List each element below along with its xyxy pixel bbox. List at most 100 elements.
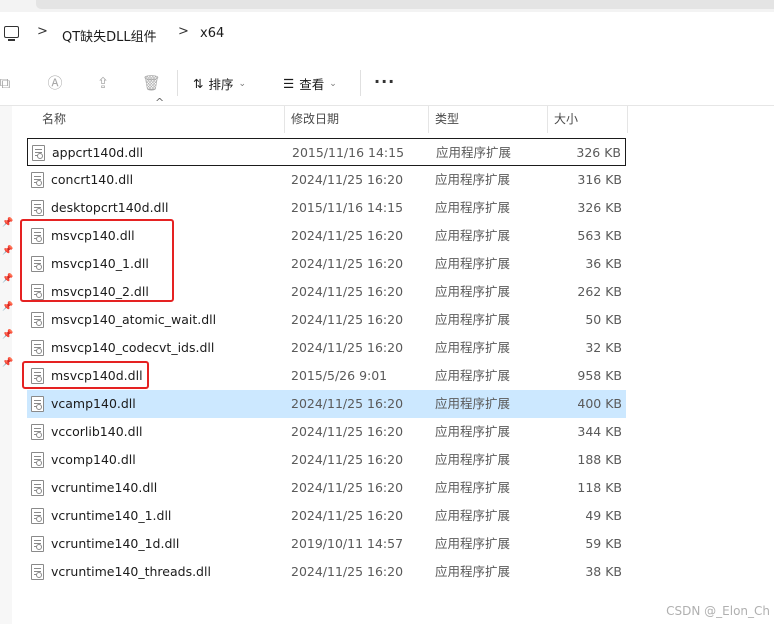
column-size[interactable]: 大小 <box>554 106 578 133</box>
dll-file-icon <box>31 480 44 496</box>
pin-icon: 📌 <box>2 274 14 284</box>
file-type: 应用程序扩展 <box>435 564 511 579</box>
sort-button[interactable]: ⇅ 排序 ⌄ <box>193 74 246 93</box>
breadcrumb-chevron-icon[interactable]: > <box>178 24 189 39</box>
file-row[interactable]: vcruntime140_1.dll 2024/11/25 16:20 应用程序扩展… <box>27 502 626 530</box>
breadcrumb-chevron-icon[interactable]: > <box>37 24 48 39</box>
dll-file-icon <box>31 452 44 468</box>
file-type: 应用程序扩展 <box>436 145 512 160</box>
file-name: vcruntime140_threads.dll <box>51 564 211 579</box>
dll-file-icon <box>31 396 44 412</box>
column-divider[interactable] <box>428 106 429 133</box>
file-modified-date: 2024/11/25 16:20 <box>291 312 404 327</box>
column-type[interactable]: 类型 <box>435 106 459 133</box>
rename-icon[interactable]: Ⓐ <box>46 74 64 92</box>
file-type: 应用程序扩展 <box>435 228 511 243</box>
file-type: 应用程序扩展 <box>435 172 511 187</box>
pin-icon: 📌 <box>2 302 14 312</box>
delete-icon[interactable]: 🗑 <box>142 74 161 92</box>
file-size: 326 KB <box>577 200 622 215</box>
file-modified-date: 2015/11/16 14:15 <box>292 145 405 160</box>
file-modified-date: 2024/11/25 16:20 <box>291 172 404 187</box>
file-type: 应用程序扩展 <box>435 368 511 383</box>
file-name: vccorlib140.dll <box>51 424 143 439</box>
column-name[interactable]: 名称 <box>42 106 66 133</box>
more-options-button[interactable]: ··· <box>374 72 395 91</box>
file-size: 59 KB <box>585 536 622 551</box>
file-type: 应用程序扩展 <box>435 200 511 215</box>
watermark: CSDN @_Elon_Ch <box>666 604 770 618</box>
file-row[interactable]: vcruntime140_1d.dll 2019/10/11 14:57 应用程序扩… <box>27 530 626 558</box>
pin-icon: 📌 <box>2 330 14 340</box>
file-row[interactable]: vcruntime140_threads.dll 2024/11/25 16:20… <box>27 558 626 586</box>
file-size: 118 KB <box>577 480 622 495</box>
breadcrumb-item-qt-folder[interactable]: QT缺失DLL组件 <box>62 26 157 45</box>
file-type: 应用程序扩展 <box>435 256 511 271</box>
column-divider[interactable] <box>284 106 285 133</box>
file-row[interactable]: concrt140.dll 2024/11/25 16:20 应用程序扩展 316 K… <box>27 166 626 194</box>
column-modified[interactable]: 修改日期 <box>291 106 339 133</box>
file-row[interactable]: vcomp140.dll 2024/11/25 16:20 应用程序扩展 188 KB <box>27 446 626 474</box>
file-name: vcomp140.dll <box>51 452 136 467</box>
file-modified-date: 2024/11/25 16:20 <box>291 256 404 271</box>
file-type: 应用程序扩展 <box>435 340 511 355</box>
pin-icon: 📌 <box>2 218 14 228</box>
file-type: 应用程序扩展 <box>435 424 511 439</box>
file-modified-date: 2024/11/25 16:20 <box>291 508 404 523</box>
sort-icon: ⇅ <box>193 76 204 91</box>
file-type: 应用程序扩展 <box>435 396 511 411</box>
view-button[interactable]: ☰ 查看 ⌄ <box>283 74 337 93</box>
dll-file-icon <box>31 536 44 552</box>
file-name: msvcp140_atomic_wait.dll <box>51 312 217 327</box>
file-row[interactable]: vcamp140.dll 2024/11/25 16:20 应用程序扩展 400 KB <box>27 390 626 418</box>
dll-file-icon <box>31 424 44 440</box>
file-name: appcrt140d.dll <box>52 145 144 160</box>
column-divider[interactable] <box>547 106 548 133</box>
file-size: 958 KB <box>577 368 622 383</box>
file-name: vcruntime140_1.dll <box>51 508 172 523</box>
dll-file-icon <box>31 564 44 580</box>
share-icon[interactable]: ⇪ <box>94 74 112 92</box>
file-size: 326 KB <box>576 145 621 160</box>
breadcrumb-item-x64[interactable]: x64 <box>200 26 224 41</box>
file-row[interactable]: vcruntime140.dll 2024/11/25 16:20 应用程序扩展 11… <box>27 474 626 502</box>
file-modified-date: 2024/11/25 16:20 <box>291 480 404 495</box>
view-icon: ☰ <box>283 76 295 91</box>
column-header: 名称 修改日期 类型 大小 <box>12 106 774 133</box>
file-type: 应用程序扩展 <box>435 284 511 299</box>
highlight-box-msvcp140-group <box>20 219 174 302</box>
file-modified-date: 2024/11/25 16:20 <box>291 452 404 467</box>
file-size: 344 KB <box>577 424 622 439</box>
file-modified-date: 2024/11/25 16:20 <box>291 396 404 411</box>
toolbar-divider <box>177 70 178 96</box>
file-row[interactable]: msvcp140_atomic_wait.dll 2024/11/25 16:20… <box>27 306 626 334</box>
file-size: 49 KB <box>585 508 622 523</box>
file-row[interactable]: vccorlib140.dll 2024/11/25 16:20 应用程序扩展 344… <box>27 418 626 446</box>
file-size: 316 KB <box>577 172 622 187</box>
tab-strip <box>36 0 774 9</box>
copy-icon[interactable]: ⧉ <box>0 74 14 92</box>
file-name: desktopcrt140d.dll <box>51 200 169 215</box>
file-size: 32 KB <box>585 340 622 355</box>
file-size: 50 KB <box>585 312 622 327</box>
address-bar[interactable]: > QT缺失DLL组件 > x64 <box>0 12 774 56</box>
file-modified-date: 2015/11/16 14:15 <box>291 200 404 215</box>
file-name: vcamp140.dll <box>51 396 136 411</box>
file-row[interactable]: desktopcrt140d.dll 2015/11/16 14:15 应用程序扩展… <box>27 194 626 222</box>
this-pc-icon[interactable] <box>4 26 19 41</box>
file-row[interactable]: appcrt140d.dll 2015/11/16 14:15 应用程序扩展 326 … <box>27 138 626 166</box>
file-type: 应用程序扩展 <box>435 452 511 467</box>
file-size: 400 KB <box>577 396 622 411</box>
column-divider[interactable] <box>627 106 628 133</box>
chevron-down-icon: ⌄ <box>329 78 337 89</box>
file-modified-date: 2015/5/26 9:01 <box>291 368 388 383</box>
file-modified-date: 2024/11/25 16:20 <box>291 284 404 299</box>
dll-file-icon <box>32 145 45 161</box>
navigation-pane-edge: 📌 📌 📌 📌 📌 📌 <box>0 106 14 624</box>
file-modified-date: 2024/11/25 16:20 <box>291 340 404 355</box>
command-bar: ⧉ Ⓐ ⇪ 🗑 ⇅ 排序 ⌄ ☰ 查看 ⌄ ··· <box>0 60 774 106</box>
file-modified-date: 2024/11/25 16:20 <box>291 424 404 439</box>
file-row[interactable]: msvcp140_codecvt_ids.dll 2024/11/25 16:20… <box>27 334 626 362</box>
sort-label: 排序 <box>208 77 234 92</box>
dll-file-icon <box>31 172 44 188</box>
